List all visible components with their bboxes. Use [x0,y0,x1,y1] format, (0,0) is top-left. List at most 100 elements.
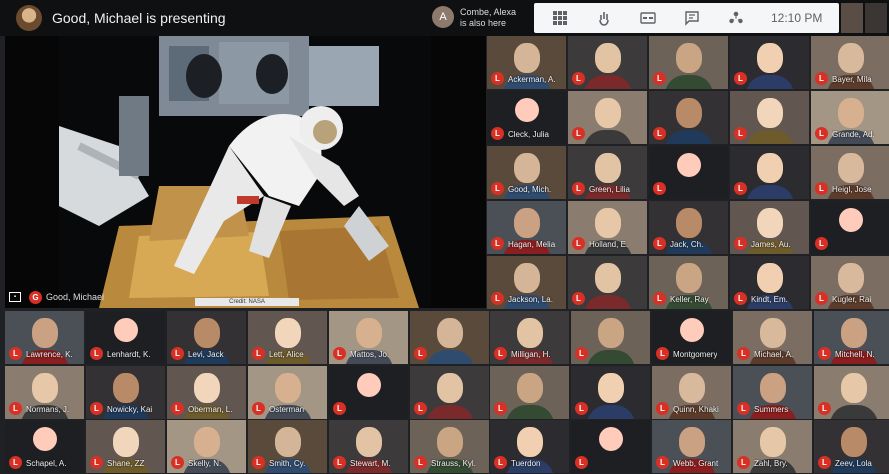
grid-view-icon[interactable] [552,10,568,26]
participant-tile[interactable]: L James, Au. [730,201,809,254]
participant-tile[interactable]: L [571,366,650,419]
participant-tile[interactable]: L Kugler, Rai [811,256,889,309]
participant-tile[interactable]: L Jack, Ch. [649,201,728,254]
self-view-thumb-1[interactable] [841,3,863,33]
participant-tile[interactable]: L Jackson, La. [487,256,566,309]
participant-initial-badge: L [491,127,504,140]
participant-name: Schapel, A. [26,459,67,468]
presentation-caption: Credit: NASA [195,298,299,306]
participant-tile[interactable]: L Stewart, M. [329,420,408,473]
participant-name: Mitchell, N. [835,350,875,359]
participant-tile[interactable]: L Lawrence, K. [5,311,84,364]
participant-tile[interactable]: L Tuerdon [490,420,569,473]
participant-tile[interactable]: L [490,366,569,419]
participant-initial-badge: L [414,347,427,360]
participant-tile[interactable]: L Cleck, Julia [487,91,566,144]
participant-tile[interactable]: L [649,91,728,144]
participant-tile[interactable]: L Mattos, Jo. [329,311,408,364]
participant-body [425,350,474,364]
chat-icon[interactable] [684,10,700,26]
participant-tile[interactable]: L Hagan, Melia [487,201,566,254]
participant-tile[interactable]: L Holland, E. [568,201,647,254]
participant-tile[interactable]: L [649,146,728,199]
participant-tile[interactable]: L Skelly, N. [167,420,246,473]
captions-icon[interactable] [640,10,656,26]
participant-initial-badge: L [491,237,504,250]
participant-initial-badge: L [815,127,828,140]
participant-tile[interactable]: L Bayer, Mila [811,36,889,89]
participant-name: Tuerdon [511,459,541,468]
participant-tile[interactable]: L [571,420,650,473]
self-view-thumb-2[interactable] [865,3,887,33]
participant-initial-badge: L [818,456,831,469]
participant-tile[interactable]: L [568,256,647,309]
self-view-thumbnails[interactable] [841,3,887,33]
participant-tile[interactable]: L Keller, Ray [649,256,728,309]
participant-initial-badge: L [815,182,828,195]
participant-tile[interactable]: L [410,311,489,364]
participant-avatar [676,153,701,178]
participant-initial-badge: L [653,127,666,140]
participant-initial-badge: L [656,456,669,469]
participant-tile[interactable]: L [730,91,809,144]
participant-tile[interactable]: L Smith, Cy. [248,420,327,473]
participant-face [597,373,624,404]
participant-tile[interactable]: L Quinn, Khaki [652,366,731,419]
raise-hand-icon[interactable] [596,10,612,26]
presenter-avatar [16,5,42,31]
participant-tile[interactable]: L [571,311,650,364]
participant-tile[interactable]: L Oberman, L. [167,366,246,419]
participant-tile[interactable]: L [568,36,647,89]
participant-tile[interactable]: L Normans, J. [5,366,84,419]
participant-initial-badge: L [818,402,831,415]
participant-tile[interactable]: L Green, Lilia [568,146,647,199]
participant-tile[interactable]: L [410,366,489,419]
presentation-screen[interactable]: Credit: NASA [5,36,486,308]
participant-initial-badge: L [815,237,828,250]
participant-face [597,318,624,349]
participant-face [840,318,867,349]
participant-tile[interactable]: L [649,36,728,89]
participant-tile[interactable]: L Shane, ZZ [86,420,165,473]
participant-tile[interactable]: L Good, Mich. [487,146,566,199]
participant-tile[interactable]: L Michael, A. [733,311,812,364]
participant-face [756,263,783,294]
participant-face [840,373,867,404]
participant-tile[interactable]: L Summers [733,366,812,419]
participant-tile[interactable]: L [568,91,647,144]
participant-name: Strauss, Kyl. [431,459,476,468]
participant-face [513,153,540,184]
participants-icon[interactable] [728,10,744,26]
also-here-avatar: A [432,6,454,28]
participant-initial-badge: L [491,72,504,85]
participant-face [675,208,702,239]
participant-tile[interactable]: L Osterman [248,366,327,419]
participant-tile[interactable]: L Schapel, A. [5,420,84,473]
participant-initial-badge: L [414,402,427,415]
participant-tile[interactable]: L Heigl, Jose [811,146,889,199]
participant-tile[interactable]: L [730,146,809,199]
participant-tile[interactable]: L [811,201,889,254]
participant-tile[interactable]: L Montgomery [652,311,731,364]
participant-tile[interactable]: L Mitchell, N. [814,311,889,364]
participant-tile[interactable]: L [329,366,408,419]
participant-tile[interactable]: L Levi, Jack [167,311,246,364]
participant-initial-badge: L [9,456,22,469]
participant-tile[interactable]: L [814,366,889,419]
participant-tile[interactable]: L Zahl, Bry. [733,420,812,473]
participant-tile[interactable]: L Ackerman, A. [487,36,566,89]
participant-tile[interactable]: L Nowicky, Kai [86,366,165,419]
participant-tile[interactable]: L Strauss, Kyl. [410,420,489,473]
participant-tile[interactable]: L Lenhardt, K. [86,311,165,364]
participant-tile[interactable]: L Webb, Grant [652,420,731,473]
participant-tile[interactable]: L [730,36,809,89]
participant-face [837,98,864,129]
participant-tile[interactable]: L Kindt, Em. [730,256,809,309]
participant-tile[interactable]: L Milligan, H. [490,311,569,364]
participant-tile[interactable]: L Zeev, Lola [814,420,889,473]
participant-face [193,318,220,349]
also-here-indicator[interactable]: A Combe, Alexa is also here [432,4,532,32]
participant-tile[interactable]: L Lett, Alice [248,311,327,364]
participant-tile[interactable]: L Grande, Ad. [811,91,889,144]
participant-name: Grande, Ad. [832,130,875,139]
